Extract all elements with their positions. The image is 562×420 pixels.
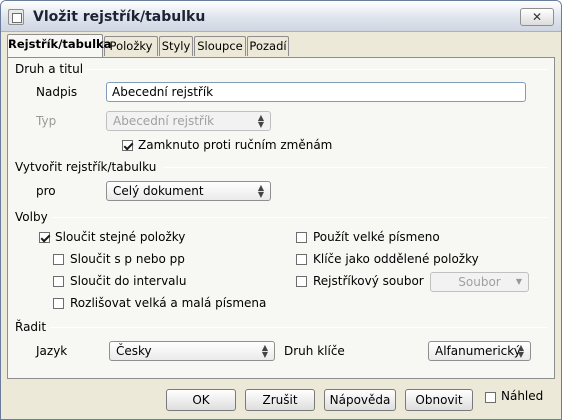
rejstrikovy-checkbox[interactable] — [296, 276, 307, 287]
spin-arrows-icon: ▲ ▼ — [261, 343, 269, 359]
slucit-stejne-checkbox[interactable] — [39, 232, 50, 243]
pro-label: pro — [36, 184, 56, 198]
tab-pozadi[interactable]: Pozadí — [247, 36, 289, 56]
pouzit-velke-label: Použít velké písmeno — [313, 230, 440, 244]
close-button[interactable]: ✕ — [520, 8, 554, 26]
nahled-checkbox[interactable] — [485, 392, 496, 403]
spin-arrows-icon: ▲ ▼ — [257, 183, 265, 199]
separator — [52, 217, 548, 218]
ok-button[interactable]: OK — [166, 389, 236, 411]
klice-checkbox[interactable] — [296, 254, 307, 265]
section-volby: Volby — [15, 210, 48, 224]
spin-arrows-icon: ▲ ▼ — [517, 343, 525, 359]
dialog-window: Vložit rejstřík/tabulku ✕ Rejstřík/tabul… — [0, 0, 562, 420]
nadpis-label: Nadpis — [36, 85, 78, 99]
pouzit-velke-checkbox[interactable] — [296, 232, 307, 243]
slucit-sp-checkbox[interactable] — [53, 254, 64, 265]
separator — [86, 69, 548, 70]
nahled-label: Náhled — [501, 389, 544, 403]
soubor-button[interactable]: Soubor ▼ — [430, 272, 529, 292]
separator — [163, 167, 548, 168]
rejstrikovy-label: Rejstříkový soubor — [313, 274, 424, 288]
app-icon — [8, 9, 24, 25]
jazyk-select-value: Česky — [116, 344, 152, 358]
section-radit: Řadit — [15, 320, 47, 334]
dropdown-arrow-icon: ▼ — [515, 277, 522, 286]
typ-select-value: Abecední rejstřík — [113, 114, 215, 128]
klice-label: Klíče jako oddělené položky — [313, 252, 479, 266]
window-title: Vložit rejstřík/tabulku — [33, 9, 206, 25]
slucit-stejne-label: Sloučit stejné položky — [55, 230, 186, 244]
jazyk-label: Jazyk — [36, 344, 68, 358]
tab-panel: Druh a titul Nadpis Abecední rejstřík Ty… — [7, 57, 555, 379]
obnovit-button[interactable]: Obnovit — [405, 389, 473, 411]
rozlisovat-checkbox[interactable] — [53, 298, 64, 309]
druh-klice-select[interactable]: Alfanumerický ▲ ▼ — [428, 341, 531, 361]
pro-select-value: Celý dokument — [113, 184, 204, 198]
separator — [50, 327, 548, 328]
protect-label: Zamknuto proti ručním změnám — [138, 138, 333, 152]
rozlisovat-label: Rozlišovat velká a malá písmena — [70, 296, 267, 310]
typ-select[interactable]: Abecední rejstřík ▲ ▼ — [106, 111, 271, 131]
section-druh-a-titul: Druh a titul — [15, 62, 84, 76]
slucit-interval-label: Sloučit do intervalu — [70, 274, 187, 288]
tab-styly[interactable]: Styly — [159, 36, 193, 56]
soubor-button-label: Soubor — [458, 275, 501, 289]
section-vytvorit: Vytvořit rejstřík/tabulku — [15, 160, 157, 174]
druh-klice-label: Druh klíče — [284, 344, 345, 358]
protect-checkbox[interactable] — [122, 140, 133, 151]
slucit-interval-checkbox[interactable] — [53, 276, 64, 287]
tab-sloupce[interactable]: Sloupce — [194, 36, 246, 56]
jazyk-select[interactable]: Česky ▲ ▼ — [109, 341, 275, 361]
title-bar: Vložit rejstřík/tabulku ✕ — [1, 1, 561, 32]
typ-label: Typ — [36, 114, 57, 128]
slucit-sp-label: Sloučit s p nebo pp — [70, 252, 185, 266]
tab-rejstrik-tabulka[interactable]: Rejstřík/tabulka — [7, 34, 111, 57]
nadpis-input[interactable]: Abecední rejstřík — [106, 82, 526, 102]
druh-klice-select-value: Alfanumerický — [435, 344, 521, 358]
napoveda-button[interactable]: Nápověda — [324, 389, 396, 411]
tab-polozky[interactable]: Položky — [104, 36, 158, 56]
pro-select[interactable]: Celý dokument ▲ ▼ — [106, 181, 271, 201]
spin-arrows-icon: ▲ ▼ — [257, 113, 265, 129]
zrusit-button[interactable]: Zrušit — [245, 389, 315, 411]
